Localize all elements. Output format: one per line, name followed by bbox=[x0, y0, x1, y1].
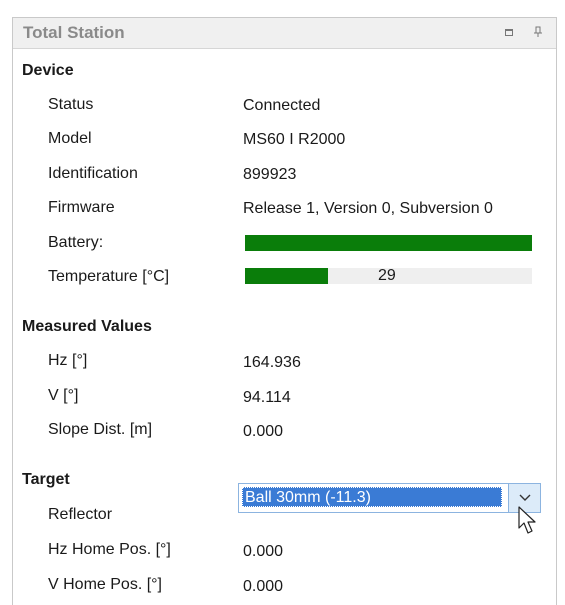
v-value: 94.114 bbox=[243, 389, 291, 406]
v-home-pos-label: V Home Pos. [°] bbox=[48, 576, 162, 593]
restore-icon[interactable] bbox=[501, 24, 517, 40]
hz-home-pos-label: Hz Home Pos. [°] bbox=[48, 541, 171, 558]
mouse-cursor-icon bbox=[518, 506, 536, 534]
hz-home-pos-value: 0.000 bbox=[243, 543, 284, 560]
model-value: MS60 I R2000 bbox=[243, 131, 346, 148]
battery-label: Battery: bbox=[48, 234, 104, 251]
status-value: Connected bbox=[243, 97, 321, 114]
temperature-bar: 29 bbox=[245, 267, 532, 284]
battery-bar bbox=[245, 235, 532, 251]
device-heading: Device bbox=[22, 62, 74, 79]
slope-dist-label: Slope Dist. [m] bbox=[48, 421, 153, 438]
reflector-selected-value[interactable]: Ball 30mm (-11.3) bbox=[242, 487, 502, 507]
temperature-bar-fill bbox=[245, 268, 329, 284]
model-label: Model bbox=[48, 130, 92, 147]
temperature-label: Temperature [°C] bbox=[48, 268, 170, 285]
temperature-value: 29 bbox=[378, 267, 396, 284]
target-heading: Target bbox=[22, 471, 70, 488]
v-home-pos-value: 0.000 bbox=[243, 578, 284, 595]
status-label: Status bbox=[48, 96, 94, 113]
v-label: V [°] bbox=[48, 387, 79, 404]
slope-dist-value: 0.000 bbox=[243, 423, 284, 440]
panel-title: Total Station bbox=[23, 23, 125, 42]
firmware-label: Firmware bbox=[48, 199, 115, 216]
panel-titlebar: Total Station bbox=[13, 18, 556, 49]
hz-value: 164.936 bbox=[243, 354, 301, 371]
identification-label: Identification bbox=[48, 165, 138, 182]
reflector-label: Reflector bbox=[48, 506, 113, 523]
reflector-dropdown[interactable]: Ball 30mm (-11.3) bbox=[238, 483, 541, 513]
identification-value: 899923 bbox=[243, 166, 297, 183]
measured-values-heading: Measured Values bbox=[22, 318, 152, 335]
pin-icon[interactable] bbox=[530, 24, 546, 40]
battery-bar-fill bbox=[245, 235, 532, 251]
hz-label: Hz [°] bbox=[48, 352, 88, 369]
firmware-value: Release 1, Version 0, Subversion 0 bbox=[243, 200, 493, 217]
